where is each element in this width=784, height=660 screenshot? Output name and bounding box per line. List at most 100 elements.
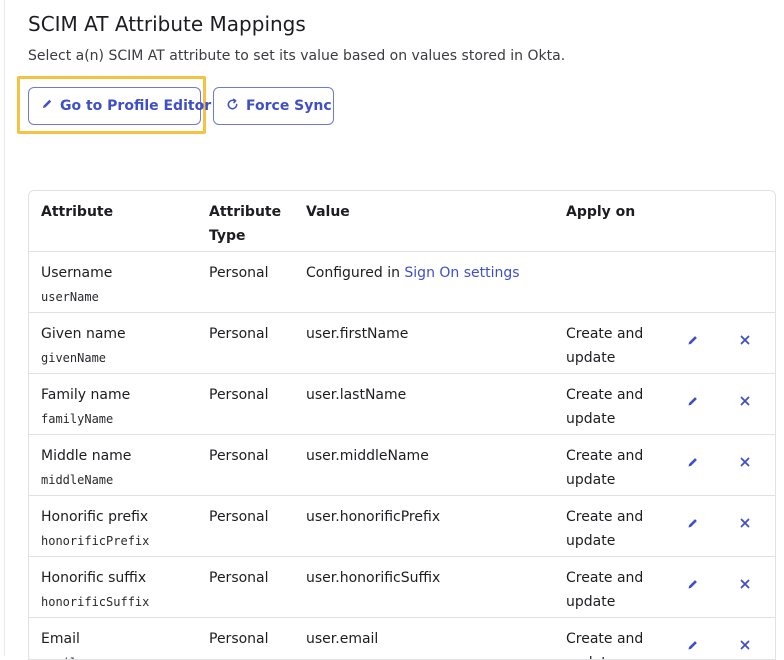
delete-mapping-button[interactable] <box>735 513 755 533</box>
attribute-key: givenName <box>41 351 107 365</box>
apply-on-line1: Create and <box>566 387 644 403</box>
apply-on-line2: update <box>566 533 616 549</box>
header-value: Value <box>306 204 350 220</box>
force-sync-button[interactable]: Force Sync <box>213 87 334 125</box>
attribute-value: user.middleName <box>306 448 429 464</box>
header-type-line2: Type <box>209 228 246 244</box>
attribute-type: Personal <box>209 509 269 525</box>
close-icon <box>740 396 750 406</box>
header-apply-on: Apply on <box>566 204 636 220</box>
delete-mapping-button[interactable] <box>735 452 755 472</box>
attribute-cell: Given name givenName <box>41 322 126 370</box>
close-icon <box>740 518 750 528</box>
attribute-value: user.email <box>306 631 379 647</box>
edit-mapping-button[interactable] <box>683 513 703 533</box>
attribute-cell: Family name familyName <box>41 383 130 431</box>
apply-on-line1: Create and <box>566 509 644 525</box>
apply-on-cell: Create and update <box>566 505 656 553</box>
apply-on-cell: Create and update <box>566 322 656 370</box>
table-row: Family name familyName Personal user.las… <box>29 374 775 435</box>
table-header: Attribute Attribute Type Value Apply on <box>29 191 775 252</box>
go-to-profile-editor-button[interactable]: Go to Profile Editor <box>28 87 211 125</box>
apply-on-line2: update <box>566 350 616 366</box>
table-row: Username userName Personal Configured in… <box>29 252 775 313</box>
close-icon <box>740 457 750 467</box>
apply-on-cell: Create and update <box>566 627 656 659</box>
attribute-key: honorificSuffix <box>41 595 150 609</box>
edit-mapping-button[interactable] <box>683 635 703 655</box>
delete-mapping-button[interactable] <box>735 391 755 411</box>
content-left-border <box>4 0 5 656</box>
delete-mapping-button[interactable] <box>735 574 755 594</box>
attribute-cell: Email email <box>41 627 80 659</box>
pencil-icon <box>688 519 697 528</box>
pencil-icon <box>688 458 697 467</box>
header-type-line1: Attribute <box>209 204 282 220</box>
attribute-type: Personal <box>209 326 269 342</box>
table-row: Honorific suffix honorificSuffix Persona… <box>29 557 775 618</box>
attribute-name: Middle name <box>41 448 132 464</box>
close-icon <box>740 335 750 345</box>
pencil-icon <box>688 641 697 650</box>
apply-on-cell: Create and update <box>566 566 656 614</box>
attribute-cell: Middle name middleName <box>41 444 131 492</box>
attribute-cell: Honorific prefix honorificPrefix <box>41 505 149 553</box>
pencil-icon <box>688 580 697 589</box>
attribute-value: user.honorificPrefix <box>306 509 441 525</box>
apply-on-line2: update <box>566 411 616 427</box>
apply-on-line1: Create and <box>566 570 644 586</box>
force-sync-label: Force Sync <box>246 98 332 114</box>
apply-on-line1: Create and <box>566 631 644 647</box>
pencil-icon <box>688 336 697 345</box>
attribute-name: Email <box>41 631 80 647</box>
attribute-value: user.honorificSuffix <box>306 570 441 586</box>
mappings-table: Attribute Attribute Type Value Apply on … <box>28 190 776 660</box>
attribute-type: Personal <box>209 387 269 403</box>
apply-on-cell: Create and update <box>566 383 656 431</box>
attribute-name: Given name <box>41 326 126 342</box>
apply-on-cell: Create and update <box>566 444 656 492</box>
pencil-icon <box>688 397 697 406</box>
edit-mapping-button[interactable] <box>683 452 703 472</box>
attribute-name: Honorific suffix <box>41 570 147 586</box>
attribute-key: middleName <box>41 473 114 487</box>
refresh-icon <box>226 98 239 115</box>
header-attribute-type: Attribute Type <box>209 200 281 248</box>
edit-mapping-button[interactable] <box>683 391 703 411</box>
attribute-cell: Username userName <box>41 261 112 309</box>
attribute-name: Honorific prefix <box>41 509 149 525</box>
attribute-name: Family name <box>41 387 131 403</box>
value-cell: Configured in Sign On settings <box>306 261 520 285</box>
table-row: Middle name middleName Personal user.mid… <box>29 435 775 496</box>
sign-on-settings-link[interactable]: Sign On settings <box>404 265 519 281</box>
close-icon <box>740 640 750 650</box>
attribute-cell: Honorific suffix honorificSuffix <box>41 566 149 614</box>
attribute-key: familyName <box>41 412 114 426</box>
value-prefix: Configured in <box>306 265 405 281</box>
table-row: Honorific prefix honorificPrefix Persona… <box>29 496 775 557</box>
attribute-type: Personal <box>209 570 269 586</box>
attribute-type: Personal <box>209 265 269 281</box>
attribute-value: user.lastName <box>306 387 407 403</box>
attribute-name: Username <box>41 265 113 281</box>
attribute-type: Personal <box>209 631 269 647</box>
page-title: SCIM AT Attribute Mappings <box>28 12 306 36</box>
table-row: Given name givenName Personal user.first… <box>29 313 775 374</box>
delete-mapping-button[interactable] <box>735 330 755 350</box>
close-icon <box>740 579 750 589</box>
attribute-key: honorificPrefix <box>41 534 150 548</box>
apply-on-line2: update <box>566 594 616 610</box>
attribute-key: userName <box>41 290 99 304</box>
apply-on-line2: update <box>566 472 616 488</box>
attribute-value: user.firstName <box>306 326 409 342</box>
page-subtitle: Select a(n) SCIM AT attribute to set its… <box>28 48 566 64</box>
apply-on-line1: Create and <box>566 448 644 464</box>
pencil-icon <box>41 98 53 114</box>
delete-mapping-button[interactable] <box>735 635 755 655</box>
profile-editor-label: Go to Profile Editor <box>60 98 212 114</box>
table-row: Email email Personal user.email Create a… <box>29 618 775 659</box>
attribute-type: Personal <box>209 448 269 464</box>
edit-mapping-button[interactable] <box>683 574 703 594</box>
header-attribute: Attribute <box>41 204 114 220</box>
edit-mapping-button[interactable] <box>683 330 703 350</box>
